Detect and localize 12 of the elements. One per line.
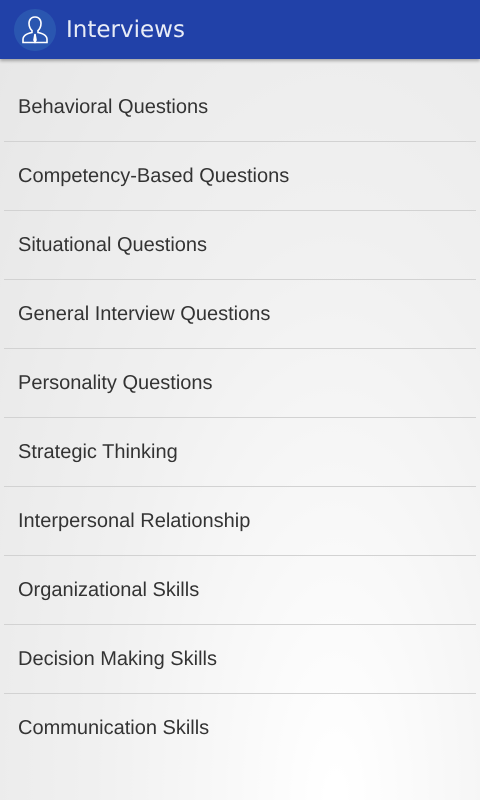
list-item[interactable]: General Interview Questions (4, 280, 476, 349)
list-item[interactable]: Interpersonal Relationship (4, 487, 476, 556)
person-icon (14, 8, 56, 50)
app-title: Interviews (66, 16, 185, 42)
list-item[interactable]: Organizational Skills (4, 556, 476, 625)
list-item[interactable]: Competency-Based Questions (4, 142, 476, 211)
list-item[interactable]: Personality Questions (4, 349, 476, 418)
list-item[interactable]: Decision Making Skills (4, 625, 476, 694)
list-item[interactable]: Strategic Thinking (4, 418, 476, 487)
list-item[interactable]: Communication Skills (4, 694, 476, 762)
list-item[interactable]: Situational Questions (4, 211, 476, 280)
list-item[interactable]: Behavioral Questions (4, 73, 476, 142)
